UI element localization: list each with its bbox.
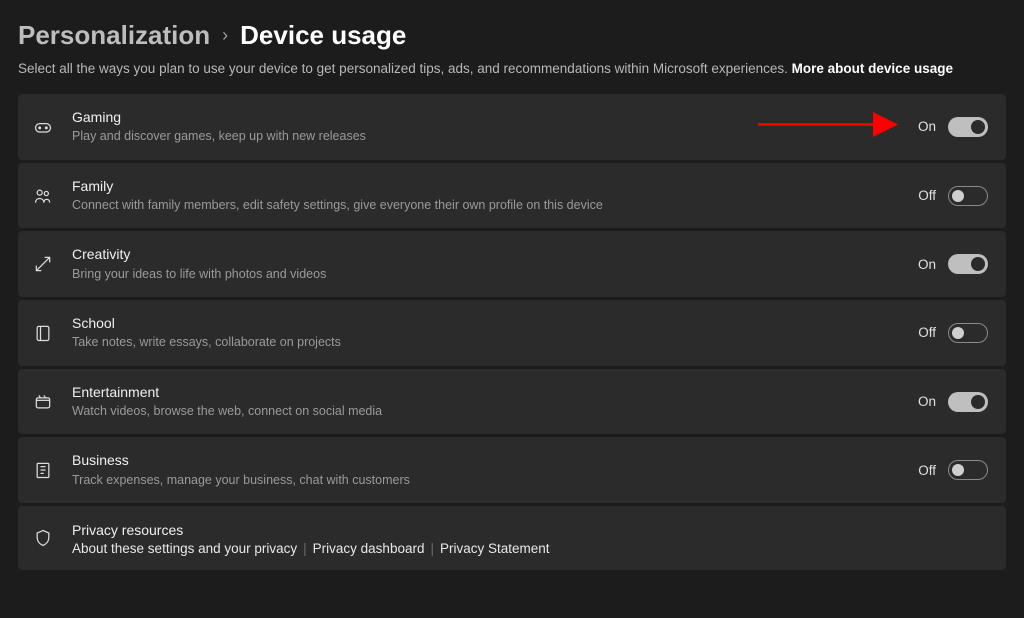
privacy-link-dashboard[interactable]: Privacy dashboard [313, 541, 425, 556]
page-title: Device usage [240, 20, 406, 51]
school-icon [32, 322, 54, 344]
creativity-toggle[interactable] [948, 254, 988, 274]
school-toggle[interactable] [948, 323, 988, 343]
toggle-state-label: Off [918, 463, 936, 478]
toggle-state-label: On [918, 119, 936, 134]
family-toggle[interactable] [948, 186, 988, 206]
breadcrumb: Personalization › Device usage [18, 20, 1006, 51]
breadcrumb-parent[interactable]: Personalization [18, 20, 210, 51]
setting-title: School [72, 314, 918, 332]
setting-desc: Take notes, write essays, collaborate on… [72, 334, 918, 352]
business-toggle[interactable] [948, 460, 988, 480]
setting-title: Creativity [72, 245, 918, 263]
setting-row-business: Business Track expenses, manage your bus… [18, 437, 1006, 503]
family-icon [32, 185, 54, 207]
toggle-state-label: Off [918, 325, 936, 340]
gaming-icon [32, 116, 54, 138]
setting-desc: Connect with family members, edit safety… [72, 197, 918, 215]
setting-title: Entertainment [72, 383, 918, 401]
toggle-state-label: Off [918, 188, 936, 203]
setting-desc: Track expenses, manage your business, ch… [72, 472, 918, 490]
setting-title: Business [72, 451, 918, 469]
more-about-link[interactable]: More about device usage [792, 61, 953, 76]
setting-title: Family [72, 177, 918, 195]
setting-desc: Bring your ideas to life with photos and… [72, 266, 918, 284]
gaming-toggle[interactable] [948, 117, 988, 137]
shield-icon [32, 527, 54, 549]
privacy-link-about[interactable]: About these settings and your privacy [72, 541, 297, 556]
setting-row-gaming: Gaming Play and discover games, keep up … [18, 94, 1006, 160]
setting-row-entertainment: Entertainment Watch videos, browse the w… [18, 369, 1006, 435]
creativity-icon [32, 253, 54, 275]
toggle-state-label: On [918, 257, 936, 272]
privacy-link-statement[interactable]: Privacy Statement [440, 541, 550, 556]
setting-title: Privacy resources [72, 521, 988, 539]
setting-row-family: Family Connect with family members, edit… [18, 163, 1006, 229]
page-description: Select all the ways you plan to use your… [18, 61, 1006, 76]
page-description-text: Select all the ways you plan to use your… [18, 61, 792, 76]
business-icon [32, 459, 54, 481]
entertainment-icon [32, 391, 54, 413]
privacy-links: About these settings and your privacy|Pr… [72, 541, 988, 556]
setting-desc: Watch videos, browse the web, connect on… [72, 403, 918, 421]
settings-list: Gaming Play and discover games, keep up … [18, 94, 1006, 570]
toggle-state-label: On [918, 394, 936, 409]
setting-desc: Play and discover games, keep up with ne… [72, 128, 918, 146]
privacy-resources-row: Privacy resources About these settings a… [18, 506, 1006, 570]
entertainment-toggle[interactable] [948, 392, 988, 412]
setting-row-creativity: Creativity Bring your ideas to life with… [18, 231, 1006, 297]
setting-title: Gaming [72, 108, 918, 126]
chevron-right-icon: › [222, 25, 228, 46]
setting-row-school: School Take notes, write essays, collabo… [18, 300, 1006, 366]
